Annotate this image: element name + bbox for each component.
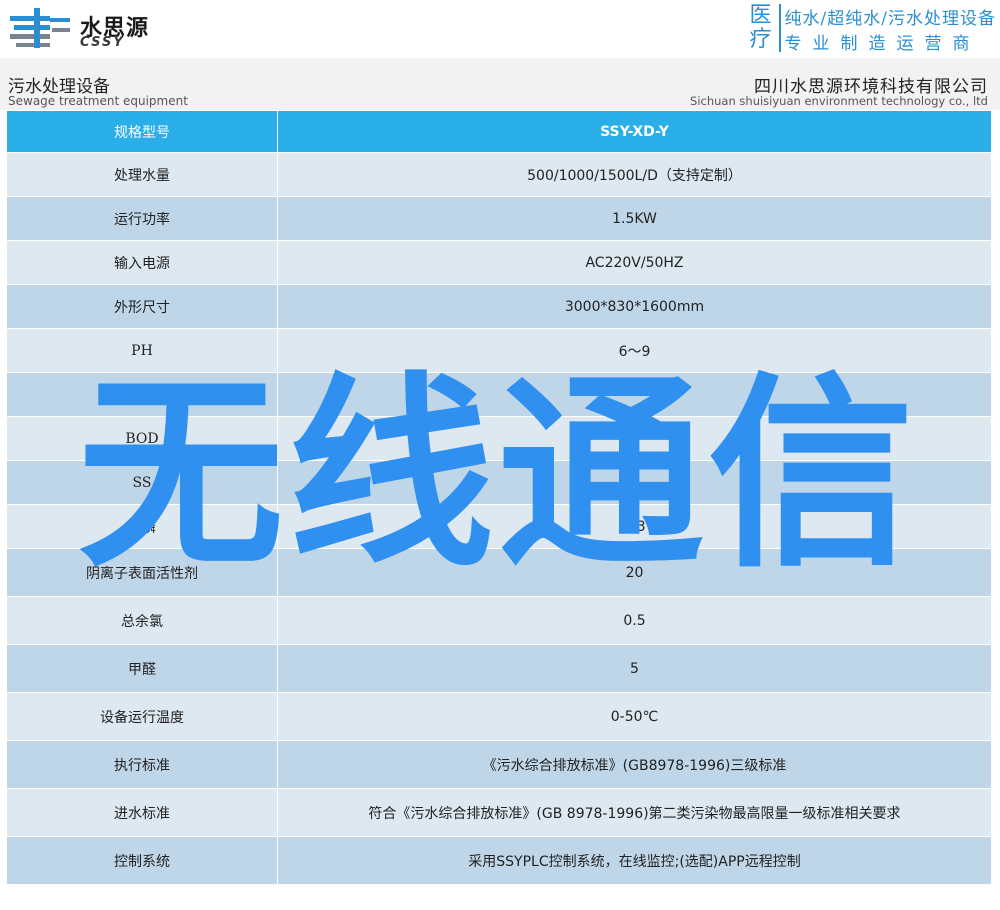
slogan-block: 医 疗 纯水/超纯水/污水处理设备 专业制造运营商 — [747, 4, 996, 55]
spec-value: 《污水综合排放标准》(GB8978-1996)三级标准 — [277, 740, 992, 789]
spec-value: SSY-XD-Y — [277, 110, 992, 153]
spec-key: SS — [6, 460, 278, 505]
table-row: 处理水量 500/1000/1500L/D（支持定制） — [6, 152, 992, 197]
category-title-en: Sewage treatment equipment — [8, 94, 188, 108]
slogan-divider — [778, 4, 781, 52]
spec-value: 采用SSYPLC控制系统，在线监控;(选配)APP远程控制 — [277, 836, 992, 885]
spec-value — [277, 372, 992, 417]
spec-key: 设备运行温度 — [6, 692, 278, 741]
table-row: BOD — [6, 416, 992, 461]
sub-header: 污水处理设备 Sewage treatment equipment 四川水思源环… — [0, 58, 1000, 110]
table-row: 控制系统 采用SSYPLC控制系统，在线监控;(选配)APP远程控制 — [6, 836, 992, 885]
table-row: 输入电源 AC220V/50HZ — [6, 240, 992, 285]
spec-value: 符合《污水综合排放标准》(GB 8978-1996)第二类污染物最高限量一级标准… — [277, 788, 992, 837]
table-row: 进水标准 符合《污水综合排放标准》(GB 8978-1996)第二类污染物最高限… — [6, 788, 992, 837]
company-name-en: Sichuan shuisiyuan environment technolog… — [690, 94, 988, 108]
spec-key: COD — [6, 372, 278, 417]
page-header: 水思源 CSSY 医 疗 纯水/超纯水/污水处理设备 专业制造运营商 — [0, 0, 1000, 56]
spec-key: 处理水量 — [6, 152, 278, 197]
spec-value: 6～9 — [277, 328, 992, 373]
spec-key: 外形尺寸 — [6, 284, 278, 329]
brand-name-en: CSSY — [80, 35, 125, 50]
spec-key: 控制系统 — [6, 836, 278, 885]
spec-key: 规格型号 — [6, 110, 278, 153]
spec-key: 总磷 — [6, 504, 278, 549]
table-row: 总余氯 0.5 — [6, 596, 992, 645]
slogan-lines: 纯水/超纯水/污水处理设备 专业制造运营商 — [785, 4, 996, 54]
table-row: 甲醛 5 — [6, 644, 992, 693]
spec-key: PH — [6, 328, 278, 373]
table-row: 运行功率 1.5KW — [6, 196, 992, 241]
table-row: COD — [6, 372, 992, 417]
spec-value: 20 — [277, 548, 992, 597]
table-row: SS 4 — [6, 460, 992, 505]
spec-value: 3000*830*1600mm — [277, 284, 992, 329]
spec-key: 甲醛 — [6, 644, 278, 693]
spec-value: 1.5KW — [277, 196, 992, 241]
spec-value: 500/1000/1500L/D（支持定制） — [277, 152, 992, 197]
slogan-side-char-1: 医 — [749, 3, 772, 28]
table-row: 阴离子表面活性剂 20 — [6, 548, 992, 597]
slogan-side: 医 疗 — [747, 4, 775, 54]
table-row: PH 6～9 — [6, 328, 992, 373]
slogan-side-char-2: 疗 — [749, 27, 772, 52]
spec-table: 规格型号 SSY-XD-Y 处理水量 500/1000/1500L/D（支持定制… — [6, 110, 992, 885]
spec-value: 0-50℃ — [277, 692, 992, 741]
spec-key: 阴离子表面活性剂 — [6, 548, 278, 597]
table-row: 执行标准 《污水综合排放标准》(GB8978-1996)三级标准 — [6, 740, 992, 789]
spec-value: 0.3 — [277, 504, 992, 549]
spec-key: BOD — [6, 416, 278, 461]
table-row: 外形尺寸 3000*830*1600mm — [6, 284, 992, 329]
spec-value: 4 — [277, 460, 992, 505]
table-row: 设备运行温度 0-50℃ — [6, 692, 992, 741]
slogan-line-2: 专业制造运营商 — [784, 34, 981, 54]
spec-key: 进水标准 — [6, 788, 278, 837]
table-row: 规格型号 SSY-XD-Y — [6, 110, 992, 153]
spec-value: AC220V/50HZ — [277, 240, 992, 285]
spec-value — [277, 416, 992, 461]
spec-key: 输入电源 — [6, 240, 278, 285]
spec-value: 0.5 — [277, 596, 992, 645]
spec-key: 执行标准 — [6, 740, 278, 789]
spec-key: 总余氯 — [6, 596, 278, 645]
spec-value: 5 — [277, 644, 992, 693]
spec-key: 运行功率 — [6, 196, 278, 241]
slogan-line-1: 纯水/超纯水/污水处理设备 — [784, 9, 996, 29]
table-row: 总磷 0.3 — [6, 504, 992, 549]
